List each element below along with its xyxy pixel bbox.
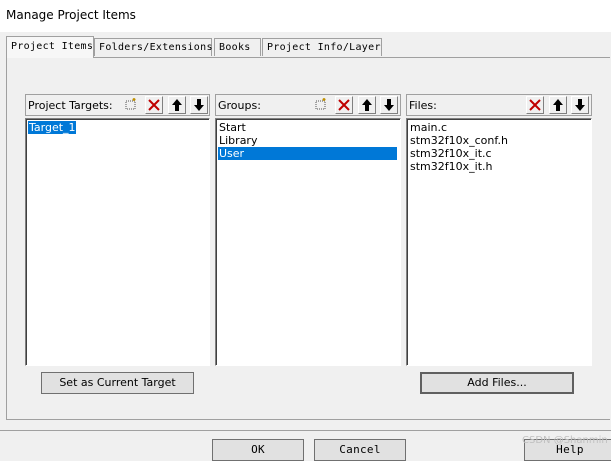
delete-icon <box>148 99 160 111</box>
new-group-button[interactable] <box>312 96 330 114</box>
groups-header: Groups: <box>215 94 401 116</box>
delete-group-button[interactable] <box>335 96 353 114</box>
list-item[interactable]: Start <box>218 121 246 134</box>
watermark: CSDN @Shanmin <box>522 435 608 446</box>
groups-list[interactable]: Start Library User <box>215 118 401 366</box>
tab-project-items[interactable]: Project Items <box>6 36 94 58</box>
delete-target-button[interactable] <box>145 96 163 114</box>
set-current-target-button[interactable]: Set as Current Target <box>41 372 194 394</box>
list-item[interactable]: main.c <box>409 121 447 134</box>
tab-books[interactable]: Books <box>214 38 261 56</box>
ok-button[interactable]: OK <box>212 439 304 461</box>
targets-list[interactable]: Target_1 <box>25 118 210 366</box>
delete-icon <box>338 99 350 111</box>
move-down-icon <box>384 99 394 111</box>
list-item[interactable]: Library <box>218 134 257 147</box>
files-list[interactable]: main.c stm32f10x_conf.h stm32f10x_it.c s… <box>406 118 592 366</box>
files-label: Files: <box>409 99 437 112</box>
move-down-icon <box>575 99 585 111</box>
move-down-icon <box>194 99 204 111</box>
move-up-file-button[interactable] <box>549 96 567 114</box>
new-target-button[interactable] <box>122 96 140 114</box>
targets-label: Project Targets: <box>28 99 113 112</box>
move-up-icon <box>553 99 563 111</box>
delete-file-button[interactable] <box>526 96 544 114</box>
list-item[interactable]: stm32f10x_it.c <box>409 147 492 160</box>
list-item[interactable]: Target_1 <box>28 121 76 134</box>
move-up-icon <box>362 99 372 111</box>
new-item-icon <box>125 98 136 110</box>
footer-divider <box>0 430 611 431</box>
tab-folders-extensions[interactable]: Folders/Extensions <box>94 38 212 56</box>
targets-header: Project Targets: <box>25 94 210 116</box>
delete-icon <box>529 99 541 111</box>
window-title: Manage Project Items <box>6 8 136 22</box>
new-item-icon <box>315 98 326 110</box>
groups-label: Groups: <box>218 99 261 112</box>
move-down-target-button[interactable] <box>190 96 208 114</box>
move-up-group-button[interactable] <box>358 96 376 114</box>
list-item[interactable]: stm32f10x_it.h <box>409 160 492 173</box>
move-up-icon <box>172 99 182 111</box>
tab-project-info-layer[interactable]: Project Info/Layer <box>262 38 382 56</box>
list-item[interactable]: User <box>218 147 397 160</box>
move-down-file-button[interactable] <box>571 96 589 114</box>
add-files-button[interactable]: Add Files... <box>420 372 574 394</box>
move-up-target-button[interactable] <box>168 96 186 114</box>
list-item[interactable]: stm32f10x_conf.h <box>409 134 508 147</box>
move-down-group-button[interactable] <box>380 96 398 114</box>
files-header: Files: <box>406 94 592 116</box>
cancel-button[interactable]: Cancel <box>314 439 406 461</box>
